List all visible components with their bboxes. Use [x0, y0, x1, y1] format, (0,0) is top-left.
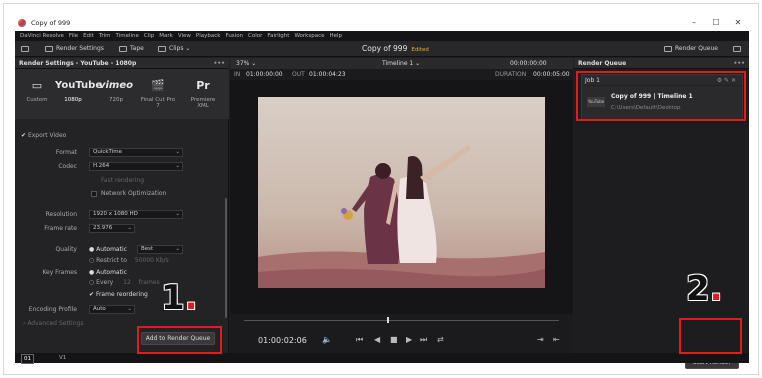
- render-queue-header: Render Queue •••: [574, 58, 749, 69]
- highlight-start-render: [679, 318, 742, 354]
- video-preview: [258, 97, 545, 288]
- video-frame-image: [258, 97, 545, 288]
- project-title: Copy of 999 Edited: [362, 44, 429, 53]
- mark-out-icon[interactable]: ⇤: [553, 335, 560, 344]
- menu-edit[interactable]: Edit: [83, 31, 94, 41]
- step-2-label: 2.: [686, 269, 723, 309]
- render-queue-icon: [664, 45, 672, 52]
- vimeo-icon: vimeo: [98, 80, 134, 91]
- keyframes-every-radio[interactable]: ○ Every 12 frames: [89, 279, 160, 286]
- clips-icon: [158, 45, 166, 52]
- step-1-label: 1.: [161, 278, 198, 318]
- settings-scrollbar[interactable]: [225, 198, 227, 318]
- duration-timecode: 00:00:05:00: [533, 71, 570, 78]
- quality-select[interactable]: Best ⌄: [137, 245, 183, 254]
- clapper-icon: 🎬: [151, 79, 165, 92]
- render-settings-header: Render Settings - YouTube - 1080p •••: [15, 58, 229, 69]
- window-title: Copy of 999: [31, 19, 71, 27]
- top-toolbar: Render Settings Tape Clips ⌄ Copy of 999…: [15, 41, 749, 57]
- render-settings-icon: [45, 45, 53, 52]
- codec-select[interactable]: H.264 ⌄: [89, 162, 183, 171]
- skip-end-icon[interactable]: ⏭: [420, 335, 427, 345]
- play-icon[interactable]: ▶: [406, 335, 412, 344]
- restrict-to-radio[interactable]: ○ Restrict to 50000 Kb/s: [89, 257, 169, 264]
- step-back-icon[interactable]: ◀: [374, 335, 380, 344]
- maximize-button[interactable]: ☐: [709, 17, 723, 29]
- transport-bar: 01:00:02:06 🔈 ⏮ ◀ ■ ▶ ⏭ ⇄ ⇥ ⇤: [230, 314, 573, 354]
- highlight-job-card: [576, 71, 746, 121]
- framerate-select[interactable]: 23.976 ⌄: [89, 224, 135, 233]
- preset-strip: ▭ Custom YouTube 1080p vimeo 720p 🎬 Final Cu…: [15, 69, 229, 119]
- resolution-select[interactable]: 1920 x 1080 HD ⌄: [89, 210, 183, 219]
- skip-start-icon[interactable]: ⏮: [356, 335, 363, 345]
- mark-in-icon[interactable]: ⇥: [537, 335, 544, 344]
- menu-davinci[interactable]: DaVinci Resolve: [20, 31, 64, 41]
- window-titlebar: Copy of 999 – ☐ ✕: [15, 15, 749, 31]
- preset-youtube[interactable]: YouTube 1080p: [55, 75, 103, 103]
- stop-icon[interactable]: ■: [390, 335, 398, 344]
- format-select[interactable]: QuickTime ⌄: [89, 148, 183, 157]
- frame-reordering-checkbox[interactable]: ✔ Frame reordering: [89, 291, 148, 298]
- in-out-bar: IN 01:00:00:00 OUT 01:00:04:23 DURATION …: [230, 69, 573, 80]
- menu-trim[interactable]: Trim: [99, 31, 111, 41]
- loop-icon[interactable]: ⇄: [437, 335, 444, 344]
- preset-premiere[interactable]: Pr Premiere XML: [185, 75, 221, 109]
- menu-workspace[interactable]: Workspace: [294, 31, 324, 41]
- menu-view[interactable]: View: [178, 31, 191, 41]
- viewer-header: 37% ⌄ Timeline 1 ⌄ 00:00:00:00: [230, 58, 573, 69]
- out-timecode: 01:00:04:23: [309, 71, 346, 78]
- preset-custom[interactable]: ▭ Custom: [19, 75, 55, 103]
- menu-mark[interactable]: Mark: [159, 31, 173, 41]
- in-timecode: 01:00:00:00: [246, 71, 283, 78]
- menu-playback[interactable]: Playback: [196, 31, 221, 41]
- bottom-bar: 01 V1: [15, 353, 749, 364]
- preset-final-cut[interactable]: 🎬 Final Cut Pro 7: [140, 75, 176, 109]
- render-settings-tab[interactable]: Render Settings: [45, 41, 104, 57]
- audio-icon[interactable]: 🔈: [322, 335, 332, 344]
- menu-clip[interactable]: Clip: [144, 31, 154, 41]
- menu-timeline[interactable]: Timeline: [116, 31, 139, 41]
- menu-file[interactable]: File: [69, 31, 78, 41]
- viewer-timecode: 00:00:00:00: [510, 60, 547, 67]
- edited-badge: Edited: [411, 47, 429, 53]
- network-optimization-checkbox[interactable]: Network Optimization: [91, 190, 166, 197]
- tape-icon: [119, 45, 127, 52]
- menu-color[interactable]: Color: [248, 31, 262, 41]
- scrub-bar[interactable]: [244, 320, 559, 321]
- menu-bar: DaVinci Resolve File Edit Trim Timeline Clip M…: [15, 31, 749, 41]
- render-queue-tab[interactable]: Render Queue: [664, 41, 718, 57]
- zoom-select[interactable]: 37% ⌄: [236, 58, 256, 69]
- advanced-settings-expander[interactable]: › Advanced Settings: [23, 320, 83, 327]
- close-button[interactable]: ✕: [731, 17, 745, 29]
- menu-fairlight[interactable]: Fairlight: [267, 31, 289, 41]
- youtube-icon: YouTube: [55, 80, 103, 91]
- export-video-toggle[interactable]: ✔ Export Video: [21, 132, 66, 139]
- viewer-panel: 37% ⌄ Timeline 1 ⌄ 00:00:00:00 IN 01:00:…: [230, 58, 573, 354]
- tape-tab[interactable]: Tape: [119, 41, 144, 57]
- premiere-icon: Pr: [196, 79, 210, 92]
- panel-toggle-right-icon[interactable]: [733, 41, 744, 57]
- menu-help[interactable]: Help: [330, 31, 343, 41]
- timeline-select[interactable]: Timeline 1 ⌄: [382, 58, 420, 69]
- playhead[interactable]: [387, 317, 389, 323]
- playback-timecode: 01:00:02:06: [258, 336, 307, 345]
- custom-preset-icon: ▭: [31, 79, 43, 92]
- davinci-app-icon: [18, 19, 26, 27]
- preset-vimeo[interactable]: vimeo 720p: [98, 75, 134, 103]
- panel-toggle-icon[interactable]: [21, 41, 32, 57]
- highlight-add-to-queue: [137, 326, 222, 354]
- fast-rendering-checkbox[interactable]: Fast rendering: [101, 177, 144, 184]
- menu-fusion[interactable]: Fusion: [225, 31, 243, 41]
- encoding-profile-select[interactable]: Auto ⌄: [89, 305, 135, 314]
- clips-tab[interactable]: Clips ⌄: [158, 41, 190, 57]
- minimize-button[interactable]: –: [687, 17, 701, 29]
